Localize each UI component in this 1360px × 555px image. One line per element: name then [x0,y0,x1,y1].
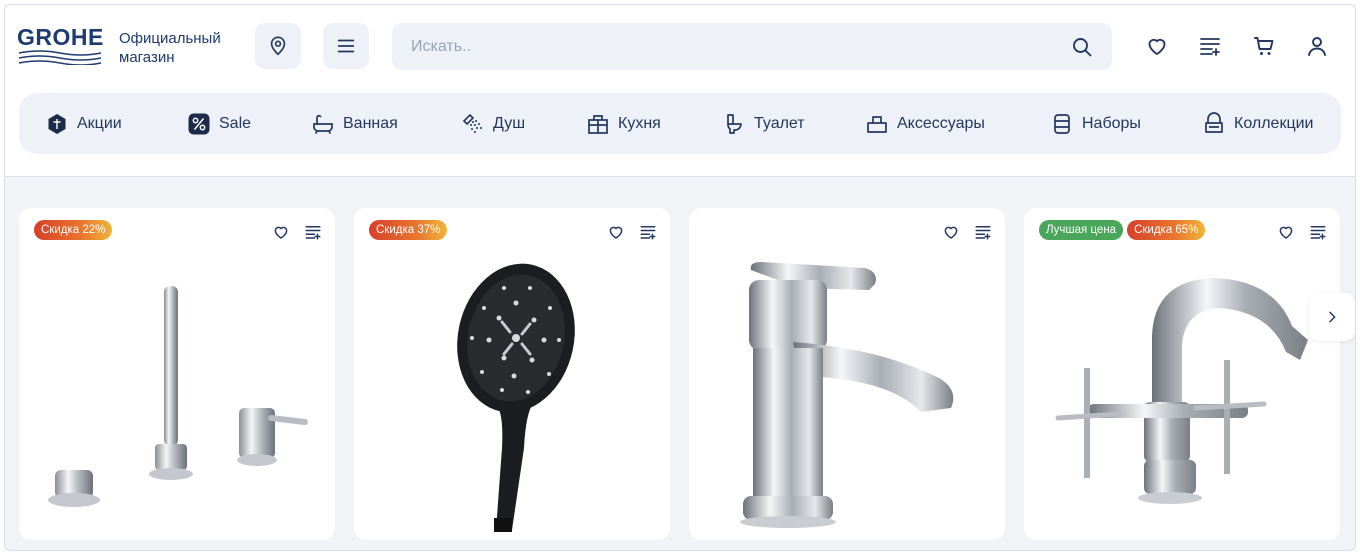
badge-group: Лучшая цена Скидка 65% [1039,220,1206,240]
compare-icon[interactable] [304,223,322,241]
category-label: Аксессуары [897,114,985,132]
search-bar [392,23,1112,70]
site-header: GROHE Официальный магазин Искать.. Акции… [5,5,1355,177]
heart-icon[interactable] [1145,34,1169,58]
badge-group: Скидка 22% [34,220,113,240]
category-label: Ванная [343,114,398,132]
product-image-basin-tap[interactable] [689,248,1005,540]
category-kitchen[interactable]: Кухня [586,93,661,154]
search-input[interactable] [392,37,1070,56]
best-price-badge: Лучшая цена [1039,220,1124,240]
compare-icon[interactable] [1309,223,1327,241]
category-sale[interactable]: Sale [187,93,251,154]
product-image-bath-set[interactable] [19,248,335,540]
grohe-logo[interactable]: GROHE [17,24,107,66]
accessory-icon [867,115,887,133]
category-label: Душ [493,114,526,132]
product-card[interactable]: Лучшая цена Скидка 65% [1024,208,1340,540]
promo-icon [48,113,66,134]
cart-icon[interactable] [1252,34,1276,58]
discount-badge: Скидка 37% [369,220,448,240]
location-icon [270,36,286,56]
menu-icon [337,39,355,53]
store-title-line2: магазин [119,49,175,66]
menu-button[interactable] [323,23,369,69]
discount-badge: Скидка 22% [34,220,113,240]
sets-icon [1054,113,1070,134]
location-button[interactable] [255,23,301,69]
category-label: Туалет [754,114,805,132]
logo-waves-icon [18,50,102,66]
product-card[interactable] [689,208,1005,540]
badge-group: Скидка 37% [369,220,448,240]
category-label: Наборы [1082,114,1141,132]
collection-icon [1205,111,1223,133]
favorite-icon[interactable] [272,223,290,241]
kitchen-icon [588,114,608,134]
favorite-icon[interactable] [607,223,625,241]
product-card[interactable]: Скидка 22% [19,208,335,540]
compare-icon[interactable] [974,223,992,241]
category-toilet[interactable]: Туалет [722,93,805,154]
chevron-right-icon [1329,311,1336,323]
percent-icon [188,113,210,134]
page-frame: GROHE Официальный магазин Искать.. Акции… [4,4,1356,551]
category-shower[interactable]: Душ [461,93,525,154]
category-bathroom[interactable]: Ванная [311,93,398,154]
carousel-next-button[interactable] [1309,293,1355,341]
product-image-bidet-mixer[interactable] [1024,248,1340,540]
category-label: Sale [219,114,252,132]
category-promo[interactable]: Акции [45,93,122,154]
logo-wordmark: GROHE [17,24,104,50]
shower-icon [462,113,482,133]
category-label: Акции [77,114,122,132]
search-icon[interactable] [1070,35,1094,59]
toilet-icon [727,113,742,134]
category-bar: Акции Sale Ванная Душ Кухня Туалет Аксес… [19,93,1341,154]
compare-icon[interactable] [1198,34,1222,58]
bathtub-icon [313,114,333,134]
category-label: Коллекции [1234,114,1314,132]
store-title: Официальный магазин [119,29,249,67]
category-collections[interactable]: Коллекции [1202,93,1313,154]
product-card[interactable]: Скидка 37% [354,208,670,540]
store-title-line1: Официальный [119,30,221,47]
favorite-icon[interactable] [1277,223,1295,241]
product-image-hand-shower[interactable] [354,248,670,540]
category-accessories[interactable]: Аксессуары [865,93,985,154]
user-icon[interactable] [1305,34,1329,58]
compare-icon[interactable] [639,223,657,241]
category-sets[interactable]: Наборы [1050,93,1141,154]
favorite-icon[interactable] [942,223,960,241]
category-label: Кухня [618,114,661,132]
discount-badge: Скидка 65% [1127,220,1206,240]
